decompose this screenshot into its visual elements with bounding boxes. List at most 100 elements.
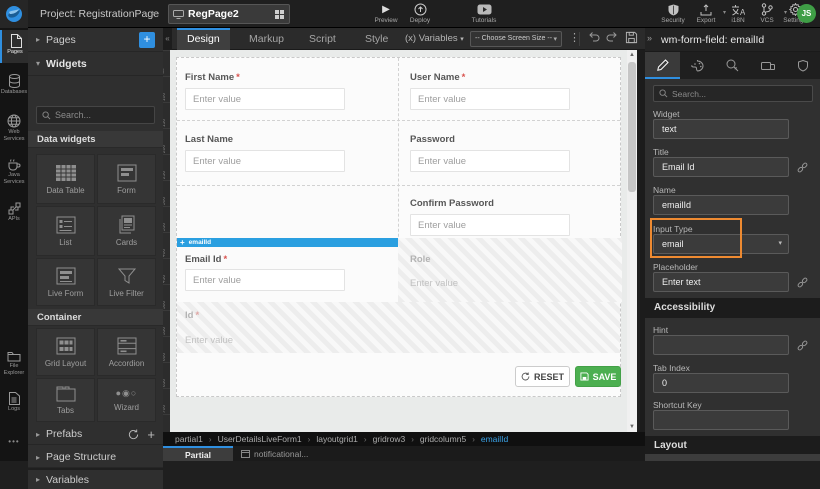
rail-item-apis[interactable]: APIs — [0, 198, 28, 231]
wavemaker-logo-icon[interactable] — [0, 0, 28, 28]
tab-markup[interactable]: Markup — [239, 28, 294, 50]
bind-link-icon[interactable] — [796, 276, 809, 289]
field-label-email-id: Email Id* — [185, 254, 227, 265]
required-asterisk: * — [223, 254, 227, 265]
name-field-input[interactable] — [653, 195, 789, 215]
tab-styles[interactable] — [680, 52, 715, 79]
rail-item-java-services[interactable]: Java Services — [0, 154, 28, 192]
chevron-down-icon: ▾ — [778, 235, 782, 253]
hint-field-label: Hint — [653, 325, 668, 335]
title-field-input[interactable] — [653, 157, 789, 177]
breadcrumb-item[interactable]: UserDetailsLiveForm1 — [218, 434, 302, 444]
rail-more-button[interactable]: ••• — [0, 433, 28, 453]
canvas-scrollbar[interactable]: ▲ ▼ — [627, 50, 637, 432]
widget-tile-accordion[interactable]: Accordion — [97, 328, 156, 376]
tab-devices[interactable] — [750, 52, 785, 79]
export-button[interactable]: ▾ Export — [688, 3, 724, 24]
save-button[interactable]: SAVE — [575, 366, 621, 387]
scrollbar-thumb[interactable] — [628, 62, 636, 192]
widget-tile-list[interactable]: List — [36, 206, 95, 256]
page-selector[interactable]: RegPage2 — [168, 4, 290, 24]
preview-button[interactable]: ▶ Preview — [368, 3, 404, 24]
password-input[interactable] — [410, 150, 570, 172]
redo-icon[interactable] — [606, 31, 619, 43]
email-id-input[interactable] — [185, 269, 345, 291]
widget-tile-live-form[interactable]: Live Form — [36, 258, 95, 306]
widget-tile-form[interactable]: Form — [97, 154, 156, 204]
tab-index-field-input[interactable] — [653, 373, 789, 393]
tab-security[interactable] — [785, 52, 820, 79]
bind-link-icon[interactable] — [796, 161, 809, 174]
scroll-up-icon[interactable]: ▲ — [627, 52, 637, 58]
page-structure-section-header[interactable]: ▸ Page Structure — [28, 447, 163, 468]
tutorials-button[interactable]: Tutorials — [462, 3, 506, 24]
add-page-button[interactable]: + — [139, 32, 155, 48]
undo-icon[interactable] — [587, 31, 600, 43]
widget-tile-tabs[interactable]: Tabs — [36, 378, 95, 422]
variables-section-header[interactable]: ▸ Variables — [28, 470, 163, 489]
breadcrumb-item[interactable]: layoutgrid1 — [316, 434, 358, 444]
search-icon — [42, 111, 51, 120]
properties-search[interactable] — [653, 85, 813, 102]
widget-field-label: Widget — [653, 109, 679, 119]
deploy-button[interactable]: Deploy — [402, 3, 438, 24]
breadcrumb-item[interactable]: gridcolumn5 — [420, 434, 466, 444]
refresh-icon[interactable] — [128, 429, 139, 440]
selection-bar-emailid[interactable]: + emailId — [177, 238, 398, 247]
hint-field-input[interactable] — [653, 335, 789, 355]
first-name-input[interactable] — [185, 88, 345, 110]
bind-link-icon[interactable] — [796, 339, 809, 352]
placeholder-field-input[interactable] — [653, 272, 789, 292]
tab-partial[interactable]: Partial — [163, 446, 233, 461]
add-prefab-button[interactable]: + — [147, 427, 155, 442]
tab-notification[interactable]: notificational... — [241, 446, 308, 461]
last-name-input[interactable] — [185, 150, 345, 172]
funnel-icon — [117, 267, 137, 285]
rail-item-pages[interactable]: Pages — [0, 30, 28, 63]
input-type-select[interactable]: email ▾ — [653, 234, 789, 254]
expand-panel-button[interactable]: » — [647, 33, 652, 43]
rail-item-databases[interactable]: Databases — [0, 70, 28, 103]
prefabs-label: Prefabs — [46, 428, 82, 440]
tab-style[interactable]: Style — [355, 28, 398, 50]
variables-dropdown[interactable]: (x) Variables ▾ — [405, 33, 464, 44]
security-button[interactable]: Security — [655, 3, 691, 24]
confirm-password-input[interactable] — [410, 214, 570, 236]
scroll-down-icon[interactable]: ▼ — [627, 424, 637, 430]
widget-search[interactable] — [36, 106, 155, 124]
save-file-icon[interactable] — [625, 31, 638, 44]
rail-item-file-explorer[interactable]: File Explorer — [0, 346, 28, 384]
shortcut-key-field-input[interactable] — [653, 410, 789, 430]
tab-properties[interactable] — [645, 52, 680, 79]
field-label-role: Role — [410, 254, 431, 265]
screen-size-select[interactable]: -- Choose Screen Size -- ▾ — [470, 31, 562, 47]
widget-tile-cards[interactable]: Cards — [97, 206, 156, 256]
breadcrumb-item[interactable]: gridrow3 — [373, 434, 406, 444]
user-name-input[interactable] — [410, 88, 570, 110]
widget-tile-wizard[interactable]: ●◉○ Wizard — [97, 378, 156, 422]
id-hidden-field[interactable]: Id* Enter value — [177, 302, 620, 353]
widget-search-input[interactable] — [55, 110, 145, 120]
live-form-container[interactable]: First Name* User Name* Last Name Passwor… — [176, 57, 621, 397]
grid-apps-icon[interactable] — [274, 9, 285, 20]
breadcrumb-item[interactable]: partial1 — [175, 434, 203, 444]
pages-section-header[interactable]: ▸ Pages + — [28, 28, 163, 52]
tab-design[interactable]: Design — [177, 28, 230, 50]
widgets-section-header[interactable]: ▾ Widgets — [28, 52, 163, 76]
role-hidden-field[interactable]: Role Enter value — [398, 238, 622, 302]
prefabs-section-header[interactable]: ▸ Prefabs + — [28, 424, 163, 445]
reset-button[interactable]: RESET — [515, 366, 570, 387]
properties-search-input[interactable] — [672, 89, 792, 99]
tab-script[interactable]: Script — [299, 28, 346, 50]
tab-search-expressions[interactable] — [715, 52, 750, 79]
widget-tile-live-filter[interactable]: Live Filter — [97, 258, 156, 306]
user-avatar[interactable]: JS — [797, 4, 816, 23]
design-canvas[interactable]: First Name* User Name* Last Name Passwor… — [170, 50, 627, 432]
rail-item-logs[interactable]: Logs — [0, 388, 28, 421]
widget-field-input[interactable] — [653, 119, 789, 139]
breadcrumb-item-current[interactable]: emailId — [481, 434, 508, 444]
rail-item-web-services[interactable]: Web Services — [0, 110, 28, 148]
collapse-panel-button[interactable]: « — [163, 28, 172, 50]
widget-tile-grid-layout[interactable]: Grid Layout — [36, 328, 95, 376]
widget-tile-data-table[interactable]: Data Table — [36, 154, 95, 204]
